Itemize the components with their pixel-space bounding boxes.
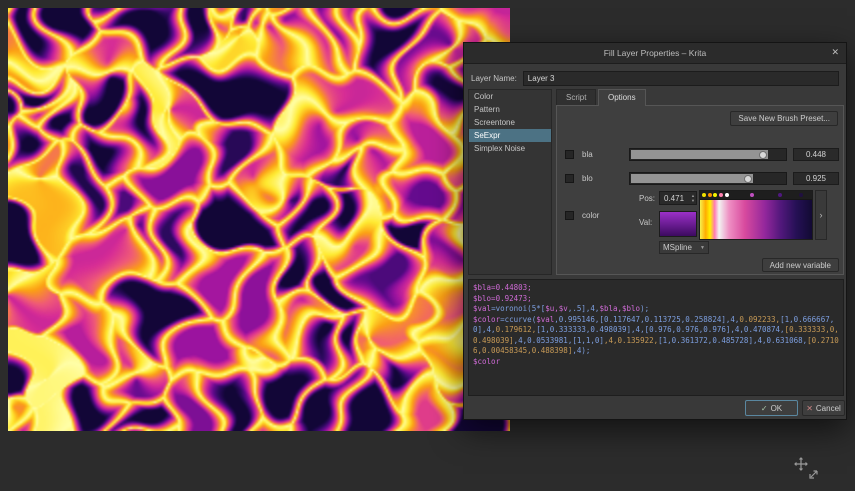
dialog-title: Fill Layer Properties – Krita: [604, 48, 707, 58]
close-icon[interactable]: ✕: [831, 48, 839, 57]
gradient-stop-marker[interactable]: [702, 193, 706, 197]
gradient-marker-strip[interactable]: [700, 191, 812, 200]
desktop: Fill Layer Properties – Krita ✕ Layer Na…: [0, 0, 855, 491]
ok-label: OK: [771, 404, 783, 413]
chevron-down-icon: ▼: [700, 245, 705, 251]
pos-label: Pos:: [639, 194, 655, 203]
canvas-overlay-icons: [793, 456, 825, 482]
gradient-stop-marker[interactable]: [799, 193, 803, 197]
interpolation-value: MSpline: [663, 243, 692, 252]
generator-item-seexpr[interactable]: SeExpr: [469, 129, 551, 142]
layer-name-input[interactable]: [523, 71, 839, 86]
script-editor[interactable]: $bla=0.44803;$blo=0.92473;$val=voronoi(5…: [468, 279, 844, 396]
blo-label: blo: [582, 174, 593, 183]
pos-value: 0.471: [664, 194, 684, 203]
generator-list: ColorPatternScreentoneSeExprSimplex Nois…: [468, 89, 552, 275]
gradient-stop-marker[interactable]: [719, 193, 723, 197]
ok-button[interactable]: ✓ OK: [745, 400, 798, 416]
add-new-variable-button[interactable]: Add new variable: [762, 258, 839, 272]
cancel-button[interactable]: ✕ Cancel: [802, 400, 845, 416]
tab-options[interactable]: Options: [598, 89, 646, 106]
bla-label: bla: [582, 150, 593, 159]
gradient-stop-marker[interactable]: [725, 193, 729, 197]
cancel-label: Cancel: [816, 404, 841, 413]
bla-checkbox[interactable]: [565, 150, 574, 159]
fill-layer-properties-dialog: Fill Layer Properties – Krita ✕ Layer Na…: [463, 42, 847, 420]
bla-value[interactable]: 0.448: [793, 148, 839, 161]
move-canvas-icon[interactable]: [793, 456, 809, 472]
canvas-image[interactable]: [8, 8, 510, 431]
gradient-editor[interactable]: [699, 190, 813, 240]
blo-value[interactable]: 0.925: [793, 172, 839, 185]
val-label: Val:: [639, 218, 652, 227]
dialog-titlebar[interactable]: Fill Layer Properties – Krita ✕: [464, 43, 846, 64]
interpolation-combobox[interactable]: MSpline ▼: [659, 241, 709, 254]
color-label: color: [582, 211, 599, 220]
slider-fill: [631, 174, 753, 183]
gradient-stop-marker[interactable]: [713, 193, 717, 197]
blo-slider[interactable]: [629, 172, 787, 185]
layer-name-row: Layer Name:: [471, 70, 839, 86]
color-value-swatch[interactable]: [659, 211, 697, 237]
pos-spinbox[interactable]: 0.471 ▲▼: [659, 191, 697, 205]
color-checkbox[interactable]: [565, 211, 574, 220]
gradient-stop-marker[interactable]: [778, 193, 782, 197]
options-pane: Save New Brush Preset... bla 0.448 blo 0…: [556, 105, 844, 275]
tab-script[interactable]: Script: [556, 89, 596, 105]
generator-item-screentone[interactable]: Screentone: [469, 116, 551, 129]
generator-item-simplex-noise[interactable]: Simplex Noise: [469, 142, 551, 155]
slider-fill: [631, 150, 768, 159]
chevron-right-icon: ›: [820, 210, 823, 220]
bla-slider[interactable]: [629, 148, 787, 161]
spin-arrows-icon[interactable]: ▲▼: [691, 192, 695, 203]
gradient-stop-marker[interactable]: [708, 193, 712, 197]
blo-checkbox[interactable]: [565, 174, 574, 183]
canvas-corner-icon[interactable]: [808, 467, 821, 480]
gradient-preview[interactable]: [700, 200, 812, 239]
generator-item-color[interactable]: Color: [469, 90, 551, 103]
slider-knob[interactable]: [744, 175, 752, 183]
gradient-stop-marker[interactable]: [750, 193, 754, 197]
save-new-brush-preset-button[interactable]: Save New Brush Preset...: [730, 111, 838, 126]
layer-name-label: Layer Name:: [471, 74, 517, 83]
gradient-next-button[interactable]: ›: [815, 190, 827, 240]
x-icon: ✕: [806, 404, 813, 413]
generator-item-pattern[interactable]: Pattern: [469, 103, 551, 116]
check-icon: ✓: [761, 404, 768, 413]
